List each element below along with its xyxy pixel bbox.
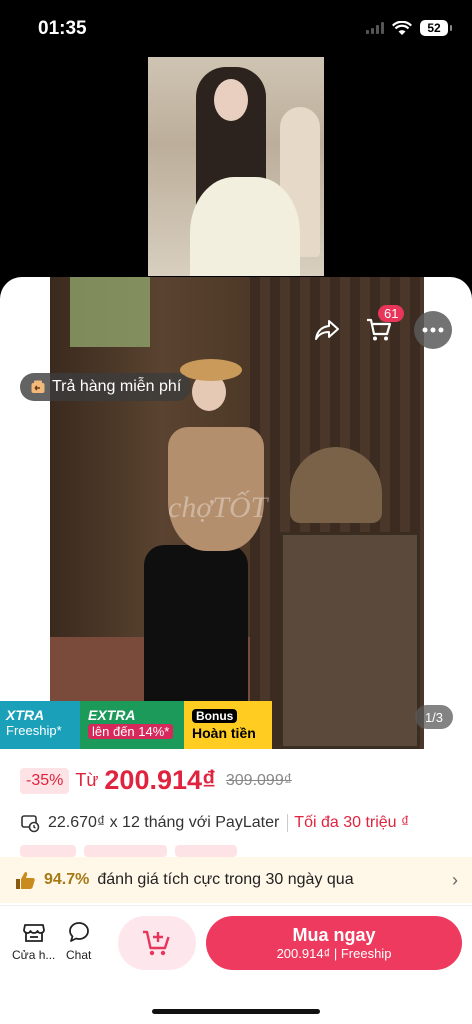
product-sheet: chợTỐT 61 Trả hàng miễn phí XTRA Freeshi… [0,277,472,1024]
voucher-tag [84,845,167,857]
rating-text: đánh giá tích cực trong 30 ngày qua [97,871,354,888]
add-to-cart-button[interactable] [118,916,196,970]
free-return-badge: Trả hàng miễn phí [20,373,192,401]
promo-title: Bonus [192,709,238,723]
promo-extra-discount[interactable]: EXTRA lên đến 14%* [80,701,184,749]
promo-sub: lên đến 14%* [88,724,174,739]
promo-title: EXTRA [88,707,136,723]
paylater-limit: Tối đa 30 triệu ₫ [287,814,409,832]
voucher-tag [174,845,238,857]
watermark-text: chợTỐT [168,491,268,524]
wifi-icon [392,20,412,36]
installment-icon [21,815,40,833]
add-cart-icon [143,930,170,956]
return-box-icon [31,380,45,393]
share-button[interactable] [308,311,346,349]
rating-summary[interactable]: 94.7% đánh giá tích cực trong 30 ngày qu… [0,857,472,903]
current-price: 200.914₫ [104,765,216,795]
cart-count-badge: 61 [378,305,405,322]
bottom-action-bar: Cửa h... Chat Mua ngay 200.914₫ | Freesh… [0,905,472,985]
signal-icon [366,22,384,34]
store-icon [22,924,45,942]
chat-icon [68,922,89,942]
home-indicator [152,1009,320,1014]
voucher-tags [20,845,472,857]
promo-bonus-cashback[interactable]: Bonus Hoàn tiền [184,701,272,749]
status-icons: 52 [366,20,452,36]
paylater-text: 22.670₫ x 12 tháng với PayLater [48,814,280,831]
promo-sub: Hoàn tiền [192,725,256,741]
original-price: 309.099₫ [225,771,292,789]
more-icon [422,327,444,333]
price-from-label: Từ [75,770,99,790]
promo-sub: Freeship* [6,723,62,738]
promo-strip[interactable]: XTRA Freeship* EXTRA lên đến 14%* Bonus … [0,701,272,749]
promo-xtra-freeship[interactable]: XTRA Freeship* [0,701,80,749]
free-return-label: Trả hàng miễn phí [52,378,182,395]
buy-now-subtext: 200.914₫ | Freeship [276,946,392,961]
chevron-right-icon: › [452,869,458,890]
chat-label: Chat [66,948,92,962]
buy-now-button[interactable]: Mua ngay 200.914₫ | Freeship [206,916,462,970]
video-thumbnail[interactable] [148,57,324,276]
status-bar: 01:35 52 [0,0,472,56]
chat-button[interactable]: Chat [66,920,91,962]
discount-badge: -35% [20,767,70,794]
paylater-row[interactable]: 22.670₫ x 12 tháng với PayLater Tối đa 3… [20,813,409,833]
more-options-button[interactable] [414,311,452,349]
status-time: 01:35 [38,18,87,39]
shop-button[interactable]: Cửa h... [12,920,55,962]
rating-percent: 94.7% [44,871,90,888]
image-counter: 1/3 [415,705,453,729]
buy-now-label: Mua ngay [292,925,376,945]
price-row: -35% Từ 200.914₫ 309.099₫ [20,765,292,796]
share-icon [315,320,339,340]
voucher-tag [20,845,77,857]
shop-label: Cửa h... [12,948,56,962]
battery-icon: 52 [420,20,452,36]
promo-title: XTRA [6,707,45,723]
thumbs-up-icon [16,872,35,889]
product-image[interactable]: chợTỐT [50,277,424,749]
